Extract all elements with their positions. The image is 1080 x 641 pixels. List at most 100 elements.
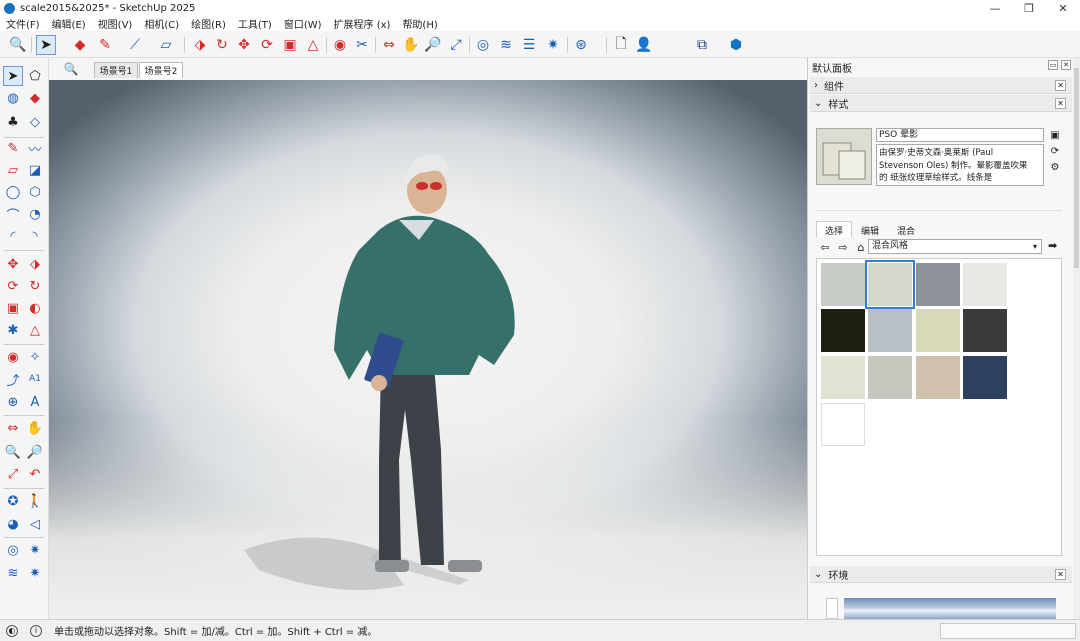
update-style-icon[interactable]: ⟳ bbox=[1048, 144, 1062, 158]
extension-warehouse-icon[interactable]: ⧉ bbox=[692, 35, 712, 55]
zoom-window-icon[interactable]: 🔎 bbox=[423, 35, 443, 55]
menu-camera[interactable]: 相机(C) bbox=[144, 16, 179, 31]
arc-icon[interactable]: ⌒ bbox=[3, 204, 23, 224]
rotated-rectangle-icon[interactable]: ◪ bbox=[25, 160, 45, 180]
style-thumb[interactable] bbox=[963, 356, 1007, 399]
sketchup-logo-icon[interactable]: ⬢ bbox=[726, 35, 746, 55]
freehand-icon[interactable]: 〰 bbox=[25, 138, 45, 158]
solid-icon[interactable]: ✱ bbox=[3, 320, 23, 340]
pan-icon[interactable]: ✋ bbox=[401, 35, 421, 55]
lasso-icon[interactable]: ⬠ bbox=[25, 66, 45, 86]
menu-file[interactable]: 文件(F) bbox=[6, 16, 40, 31]
style-thumb[interactable] bbox=[963, 263, 1007, 306]
eraser-icon[interactable]: ◆ bbox=[70, 35, 90, 55]
zoom-icon[interactable]: 🔍 bbox=[3, 442, 23, 462]
model-viewport[interactable] bbox=[49, 80, 807, 619]
environment-close-icon[interactable]: ✕ bbox=[1055, 569, 1066, 580]
warehouse-icon[interactable]: ✷ bbox=[25, 540, 45, 560]
position-camera-icon[interactable]: ✪ bbox=[3, 491, 23, 511]
minimize-button[interactable]: — bbox=[978, 0, 1012, 16]
environment-section[interactable]: ⌄ 环境 ✕ bbox=[810, 566, 1072, 583]
tab-select[interactable]: 选择 bbox=[816, 221, 853, 237]
menu-edit[interactable]: 编辑(E) bbox=[52, 16, 86, 31]
orbit-icon[interactable]: ⇔ bbox=[3, 418, 23, 438]
scene-tab-1[interactable]: 场景号1 bbox=[94, 62, 138, 78]
select-icon[interactable]: ➤ bbox=[3, 66, 23, 86]
style-thumb[interactable] bbox=[916, 263, 960, 306]
zoom-icon[interactable]: 🔍 bbox=[8, 35, 28, 55]
eraser-icon[interactable]: ◆ bbox=[25, 88, 45, 108]
style-name-field[interactable]: PSO 晕影 bbox=[876, 128, 1044, 142]
environment-sky-thumbnail[interactable] bbox=[844, 598, 1056, 619]
push-pull-icon[interactable]: ⬗ bbox=[25, 254, 45, 274]
select-icon[interactable]: ➤ bbox=[36, 35, 56, 55]
style-collection-select[interactable]: 混合风格 ▾ bbox=[868, 239, 1042, 254]
style-thumb[interactable] bbox=[821, 356, 865, 399]
measurements-box[interactable] bbox=[940, 623, 1076, 639]
menu-draw[interactable]: 绘图(R) bbox=[191, 16, 226, 31]
tray-close-icon[interactable]: ✕ bbox=[1061, 60, 1071, 70]
menu-tools[interactable]: 工具(T) bbox=[238, 16, 272, 31]
3d-text-icon[interactable]: A bbox=[25, 392, 45, 412]
layers-icon[interactable]: ◎ bbox=[473, 35, 493, 55]
zoom-window-icon[interactable]: 🔎 bbox=[25, 442, 45, 462]
tag-icon[interactable]: ≋ bbox=[496, 35, 516, 55]
geo-status-icon[interactable]: ◐ bbox=[6, 624, 18, 637]
menu-window[interactable]: 窗口(W) bbox=[284, 16, 322, 31]
sandbox-icon[interactable]: ◎ bbox=[3, 540, 23, 560]
paint-icon[interactable]: ◉ bbox=[330, 35, 350, 55]
paint-bucket-icon[interactable]: ◍ bbox=[3, 88, 23, 108]
back-arrow-icon[interactable]: ⇦ bbox=[816, 241, 834, 254]
pan-icon[interactable]: ✋ bbox=[25, 418, 45, 438]
offset-icon[interactable]: ▣ bbox=[280, 35, 300, 55]
tray-scrollbar[interactable] bbox=[1073, 58, 1080, 619]
style-thumb[interactable] bbox=[916, 356, 960, 399]
line-icon[interactable]: ⟋ bbox=[125, 35, 145, 55]
style-thumb[interactable] bbox=[868, 309, 912, 352]
maximize-button[interactable]: ❐ bbox=[1012, 0, 1046, 16]
pie-icon[interactable]: ◔ bbox=[25, 204, 45, 224]
section-icon[interactable]: △ bbox=[303, 35, 323, 55]
axes-icon[interactable]: ⊕ bbox=[3, 392, 23, 412]
pencil-icon[interactable]: ✎ bbox=[95, 35, 115, 55]
move-icon[interactable]: ✥ bbox=[234, 35, 254, 55]
document-icon[interactable]: 🗋 bbox=[611, 35, 631, 55]
dimension-icon[interactable]: ⤴ bbox=[3, 369, 23, 389]
close-button[interactable]: ✕ bbox=[1046, 0, 1080, 16]
details-arrow-icon[interactable]: ➡ bbox=[1048, 239, 1057, 252]
pin-icon[interactable]: ▭ bbox=[1048, 60, 1058, 70]
walk-icon[interactable]: 🚶 bbox=[25, 491, 45, 511]
style-thumb[interactable] bbox=[821, 403, 865, 446]
layers-icon[interactable]: ≋ bbox=[3, 563, 23, 583]
scale-icon[interactable]: ▣ bbox=[3, 298, 23, 318]
forward-arrow-icon[interactable]: ⇨ bbox=[834, 241, 852, 254]
section-plane-icon[interactable]: △ bbox=[25, 320, 45, 340]
style-thumb[interactable] bbox=[821, 309, 865, 352]
zoom-extents-icon[interactable]: ⤢ bbox=[3, 464, 23, 484]
components-section[interactable]: › 组件 ✕ bbox=[810, 77, 1072, 94]
pencil-icon[interactable]: ✎ bbox=[3, 138, 23, 158]
tape-measure-icon[interactable]: ◉ bbox=[3, 347, 23, 367]
polygon-icon[interactable]: ⬡ bbox=[25, 182, 45, 202]
follow-me-icon[interactable]: ↻ bbox=[212, 35, 232, 55]
scenes-icon[interactable]: ✷ bbox=[543, 35, 563, 55]
2pt-arc-icon[interactable]: ◝ bbox=[25, 226, 45, 246]
menu-help[interactable]: 帮助(H) bbox=[402, 16, 437, 31]
rotate-icon[interactable]: ⟳ bbox=[257, 35, 277, 55]
rectangle-icon[interactable]: ▱ bbox=[156, 35, 176, 55]
rotate-icon[interactable]: ⟳ bbox=[3, 276, 23, 296]
user-icon[interactable]: 👤 bbox=[634, 35, 654, 55]
offset-icon[interactable]: ◐ bbox=[25, 298, 45, 318]
menu-view[interactable]: 视图(V) bbox=[98, 16, 133, 31]
circle-icon[interactable]: ◯ bbox=[3, 182, 23, 202]
style-settings-icon[interactable]: ⚙ bbox=[1048, 160, 1062, 174]
outliner-icon[interactable]: ☰ bbox=[519, 35, 539, 55]
move-icon[interactable]: ✥ bbox=[3, 254, 23, 274]
look-around-icon[interactable]: ◕ bbox=[3, 514, 23, 534]
tab-edit[interactable]: 编辑 bbox=[852, 221, 888, 237]
scene-tab-2[interactable]: 场景号2 bbox=[139, 62, 183, 78]
outliner-icon[interactable]: ✷ bbox=[25, 563, 45, 583]
tray-scroll-thumb[interactable] bbox=[1074, 68, 1079, 268]
styles-close-icon[interactable]: ✕ bbox=[1055, 98, 1066, 109]
3pt-arc-icon[interactable]: ◜ bbox=[3, 226, 23, 246]
